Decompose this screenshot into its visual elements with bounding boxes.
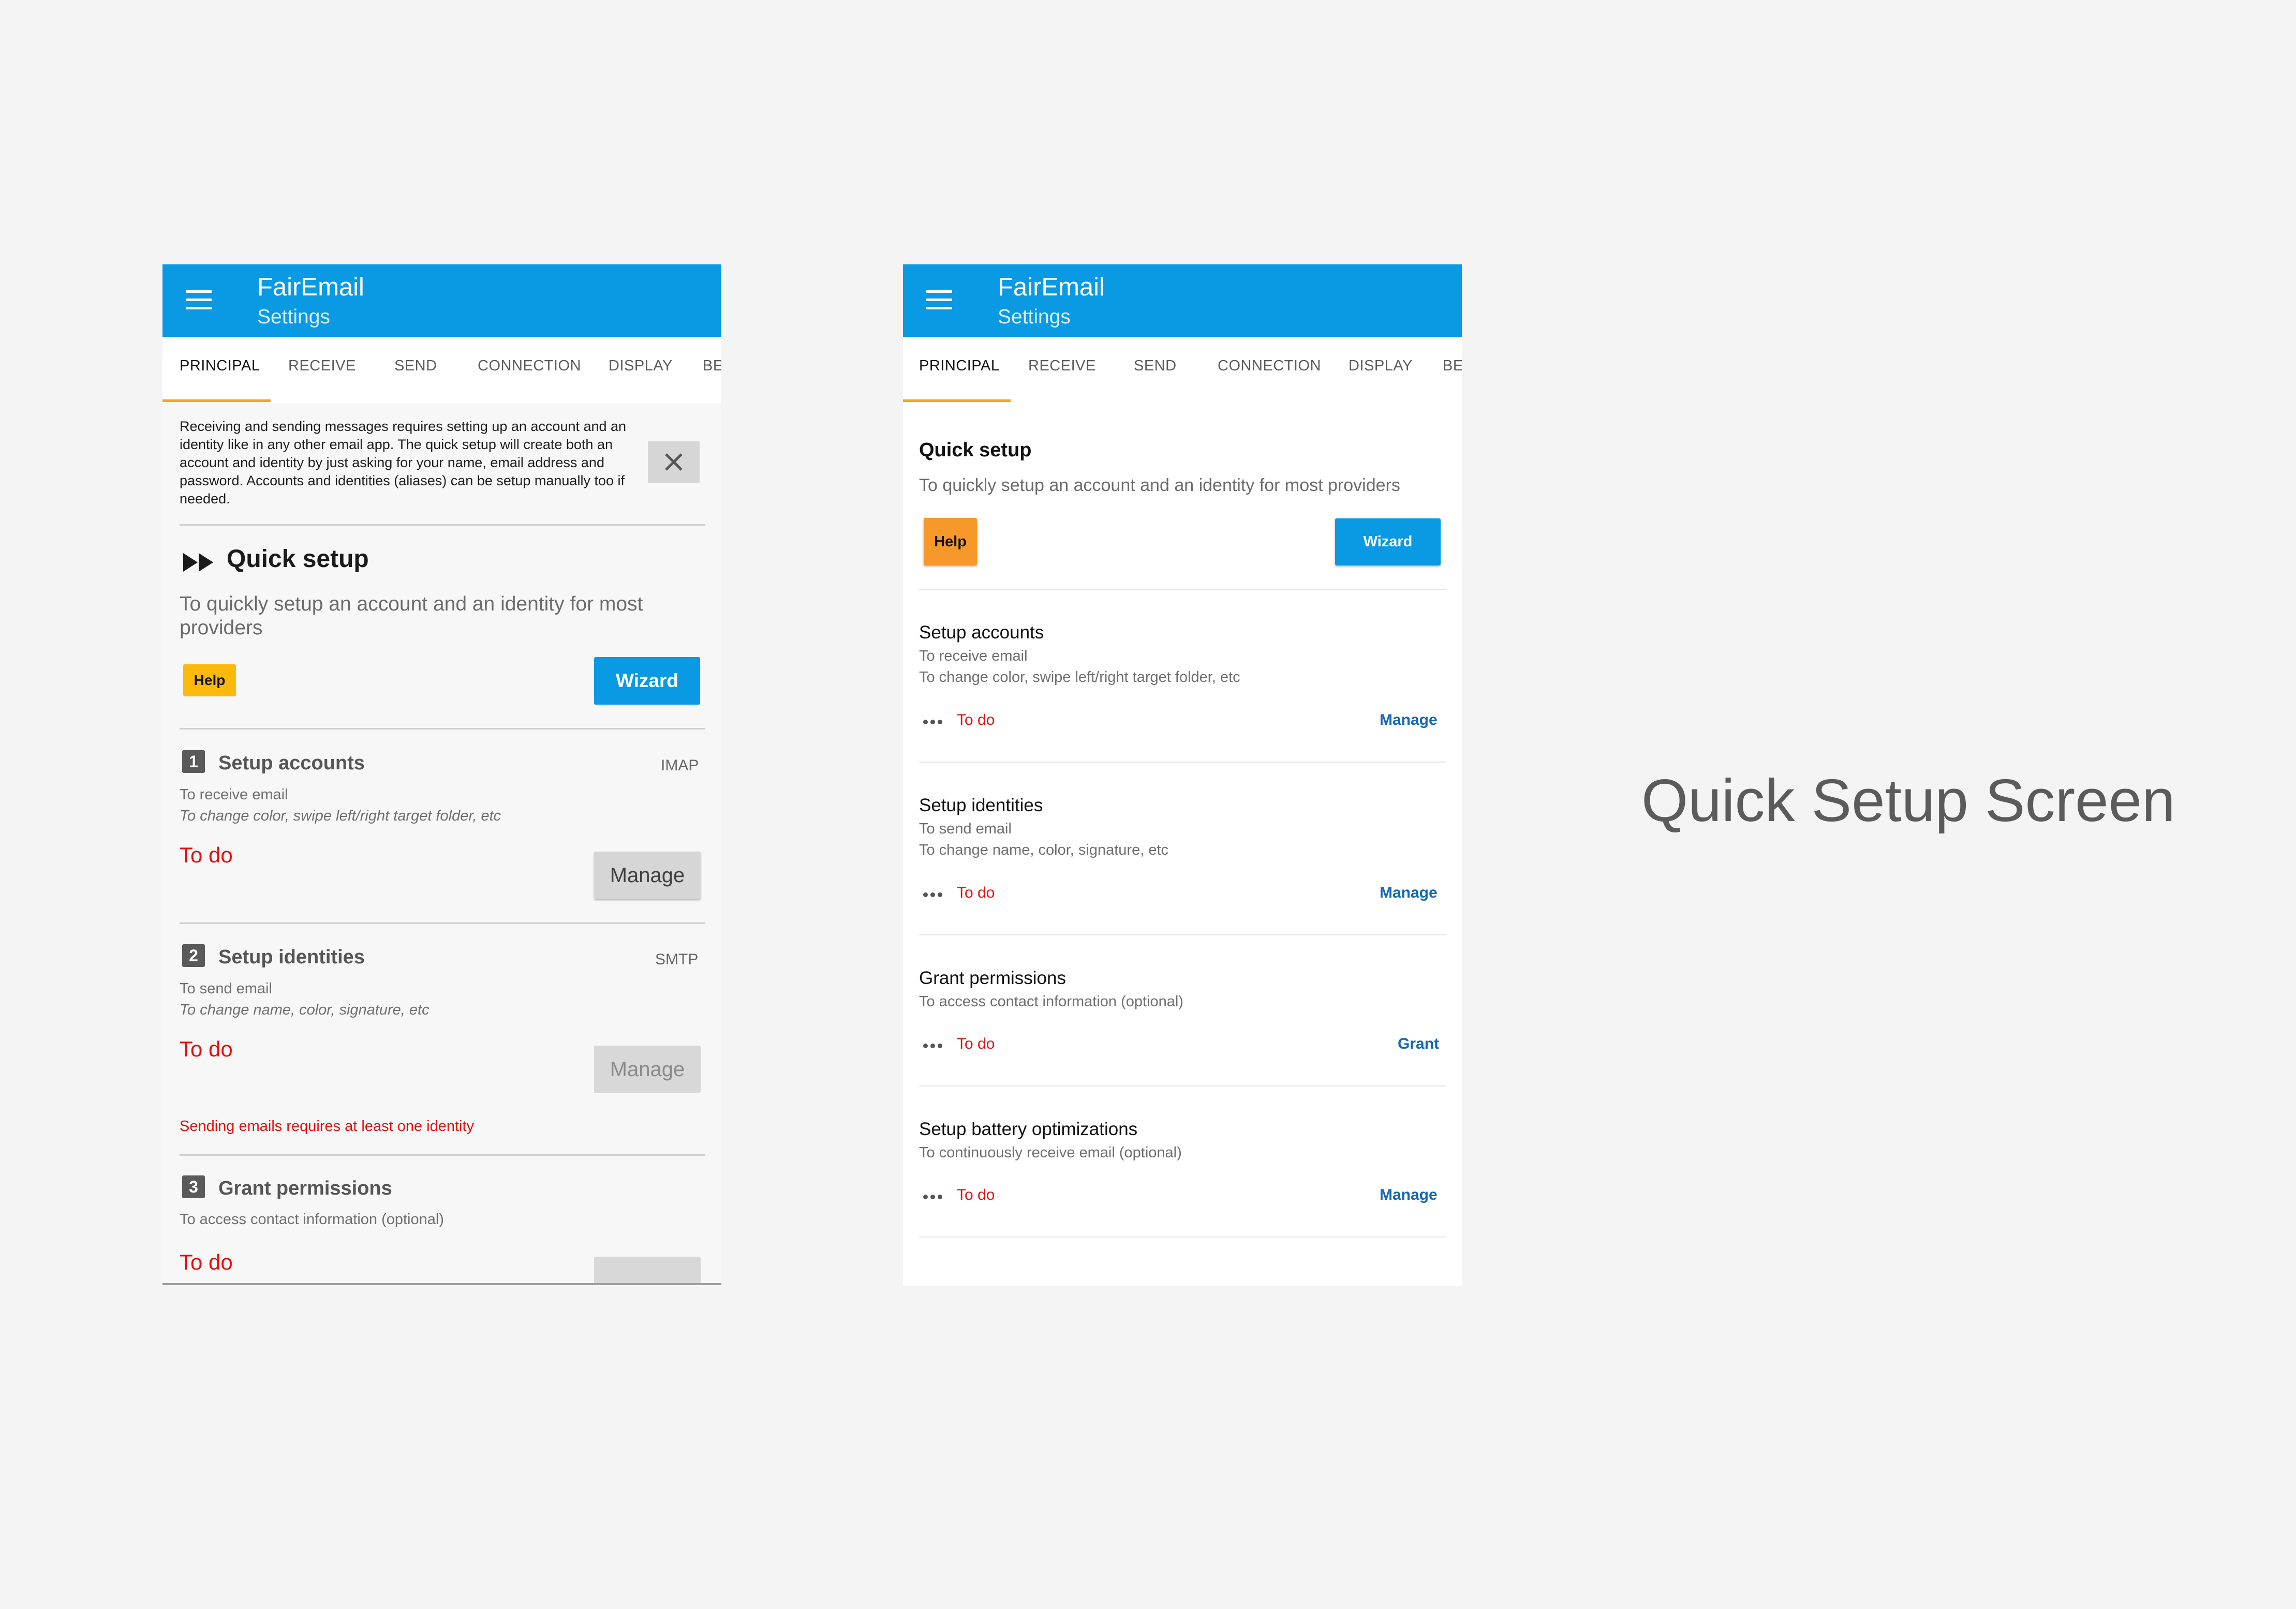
wizard-button[interactable]: Wizard [1335, 518, 1441, 565]
step-description: To access contact information (optional) [180, 1211, 444, 1228]
wizard-button[interactable]: Wizard [594, 657, 700, 705]
step-title-identities: Setup identities [919, 795, 1043, 815]
tab-display[interactable]: DISPLAY [1349, 357, 1413, 375]
status-todo: To do [180, 1037, 233, 1061]
tab-behavior[interactable]: BE [703, 357, 721, 375]
step-title-accounts: Setup accounts [218, 752, 365, 774]
divider [919, 589, 1446, 590]
grant-button[interactable] [594, 1257, 701, 1283]
step-title-permissions: Grant permissions [218, 1178, 392, 1199]
step-description: To access contact information (optional) [919, 993, 1183, 1010]
step-hint: To change color, swipe left/right target… [919, 669, 1240, 686]
divider [919, 934, 1446, 935]
step-description: To continuously receive email (optional) [919, 1144, 1182, 1161]
phone-screen-old: FairEmail Settings PRINCIPAL RECEIVE SEN… [162, 264, 721, 1285]
step-number-badge: 1 [182, 750, 205, 773]
step-title-accounts: Setup accounts [919, 622, 1044, 643]
divider [180, 728, 705, 729]
app-bar: FairEmail Settings [162, 264, 721, 337]
status-todo: To do [957, 884, 995, 901]
step-description: To receive email [180, 786, 288, 803]
tab-send[interactable]: SEND [1134, 357, 1177, 375]
manage-accounts-button[interactable]: Manage [1380, 711, 1438, 729]
menu-icon[interactable] [926, 290, 952, 311]
tab-connection[interactable]: CONNECTION [478, 357, 581, 375]
more-icon[interactable] [923, 1193, 948, 1199]
more-icon[interactable] [923, 718, 948, 724]
help-button[interactable]: Help [183, 664, 236, 696]
tab-behavior[interactable]: BE [1443, 357, 1462, 375]
divider [180, 922, 705, 924]
close-info-button[interactable] [648, 441, 700, 483]
divider [919, 762, 1446, 763]
step-number-badge: 3 [182, 1175, 205, 1198]
phone-screen-new: FairEmail Settings PRINCIPAL RECEIVE SEN… [903, 264, 1462, 1286]
protocol-label: IMAP [661, 757, 699, 774]
tab-send[interactable]: SEND [394, 357, 437, 375]
manage-accounts-button[interactable]: Manage [594, 852, 701, 899]
menu-icon[interactable] [186, 290, 212, 311]
quick-setup-title: Quick setup [919, 439, 1032, 461]
status-todo: To do [957, 1186, 995, 1203]
quick-setup-subtitle: To quickly setup an account and an ident… [180, 593, 643, 639]
tab-receive[interactable]: RECEIVE [1028, 357, 1096, 375]
quick-setup-subtitle: To quickly setup an account and an ident… [919, 475, 1400, 495]
status-todo: To do [180, 1250, 233, 1274]
step-description: To send email [180, 980, 272, 997]
tab-principal[interactable]: PRINCIPAL [180, 357, 260, 375]
quick-setup-title: Quick setup [227, 545, 369, 573]
active-tab-indicator [162, 399, 271, 402]
help-button[interactable]: Help [924, 518, 977, 565]
identity-warning: Sending emails requires at least one ide… [180, 1118, 475, 1135]
step-description: To receive email [919, 648, 1028, 664]
app-subtitle: Settings [998, 306, 1071, 328]
status-todo: To do [180, 843, 233, 867]
app-title: FairEmail [257, 273, 364, 301]
app-title: FairEmail [998, 273, 1105, 301]
manage-identities-button[interactable]: Manage [594, 1046, 701, 1093]
step-title-permissions: Grant permissions [919, 968, 1066, 988]
close-icon [665, 453, 683, 471]
step-hint: To change name, color, signature, etc [919, 842, 1169, 858]
tab-bar: PRINCIPAL RECEIVE SEND CONNECTION DISPLA… [162, 337, 721, 403]
step-description: To send email [919, 821, 1012, 837]
tab-bar: PRINCIPAL RECEIVE SEND CONNECTION DISPLA… [903, 337, 1462, 403]
tab-connection[interactable]: CONNECTION [1218, 357, 1321, 375]
manage-identities-button[interactable]: Manage [1380, 884, 1438, 902]
app-subtitle: Settings [257, 306, 330, 328]
manage-battery-button[interactable]: Manage [1380, 1186, 1438, 1204]
status-todo: To do [957, 711, 995, 728]
tab-display[interactable]: DISPLAY [609, 357, 673, 375]
step-hint: To change name, color, signature, etc [180, 1002, 429, 1018]
divider [180, 524, 705, 526]
divider [919, 1236, 1446, 1238]
step-title-identities: Setup identities [218, 946, 365, 968]
fast-forward-icon [183, 553, 213, 572]
divider [180, 1154, 705, 1156]
divider [919, 1085, 1446, 1086]
tab-principal[interactable]: PRINCIPAL [919, 357, 999, 375]
caption-title: Quick Setup Screen [1641, 767, 2175, 834]
more-icon[interactable] [923, 890, 948, 897]
step-title-battery: Setup battery optimizations [919, 1119, 1138, 1139]
protocol-label: SMTP [655, 951, 699, 968]
tab-receive[interactable]: RECEIVE [288, 357, 356, 375]
step-number-badge: 2 [182, 944, 205, 967]
step-hint: To change color, swipe left/right target… [180, 808, 501, 824]
setup-info-text: Receiving and sending messages requires … [180, 419, 627, 506]
more-icon[interactable] [923, 1041, 948, 1048]
grant-button[interactable]: Grant [1398, 1035, 1439, 1053]
status-todo: To do [957, 1035, 995, 1052]
active-tab-indicator [903, 399, 1011, 402]
app-bar: FairEmail Settings [903, 264, 1462, 337]
